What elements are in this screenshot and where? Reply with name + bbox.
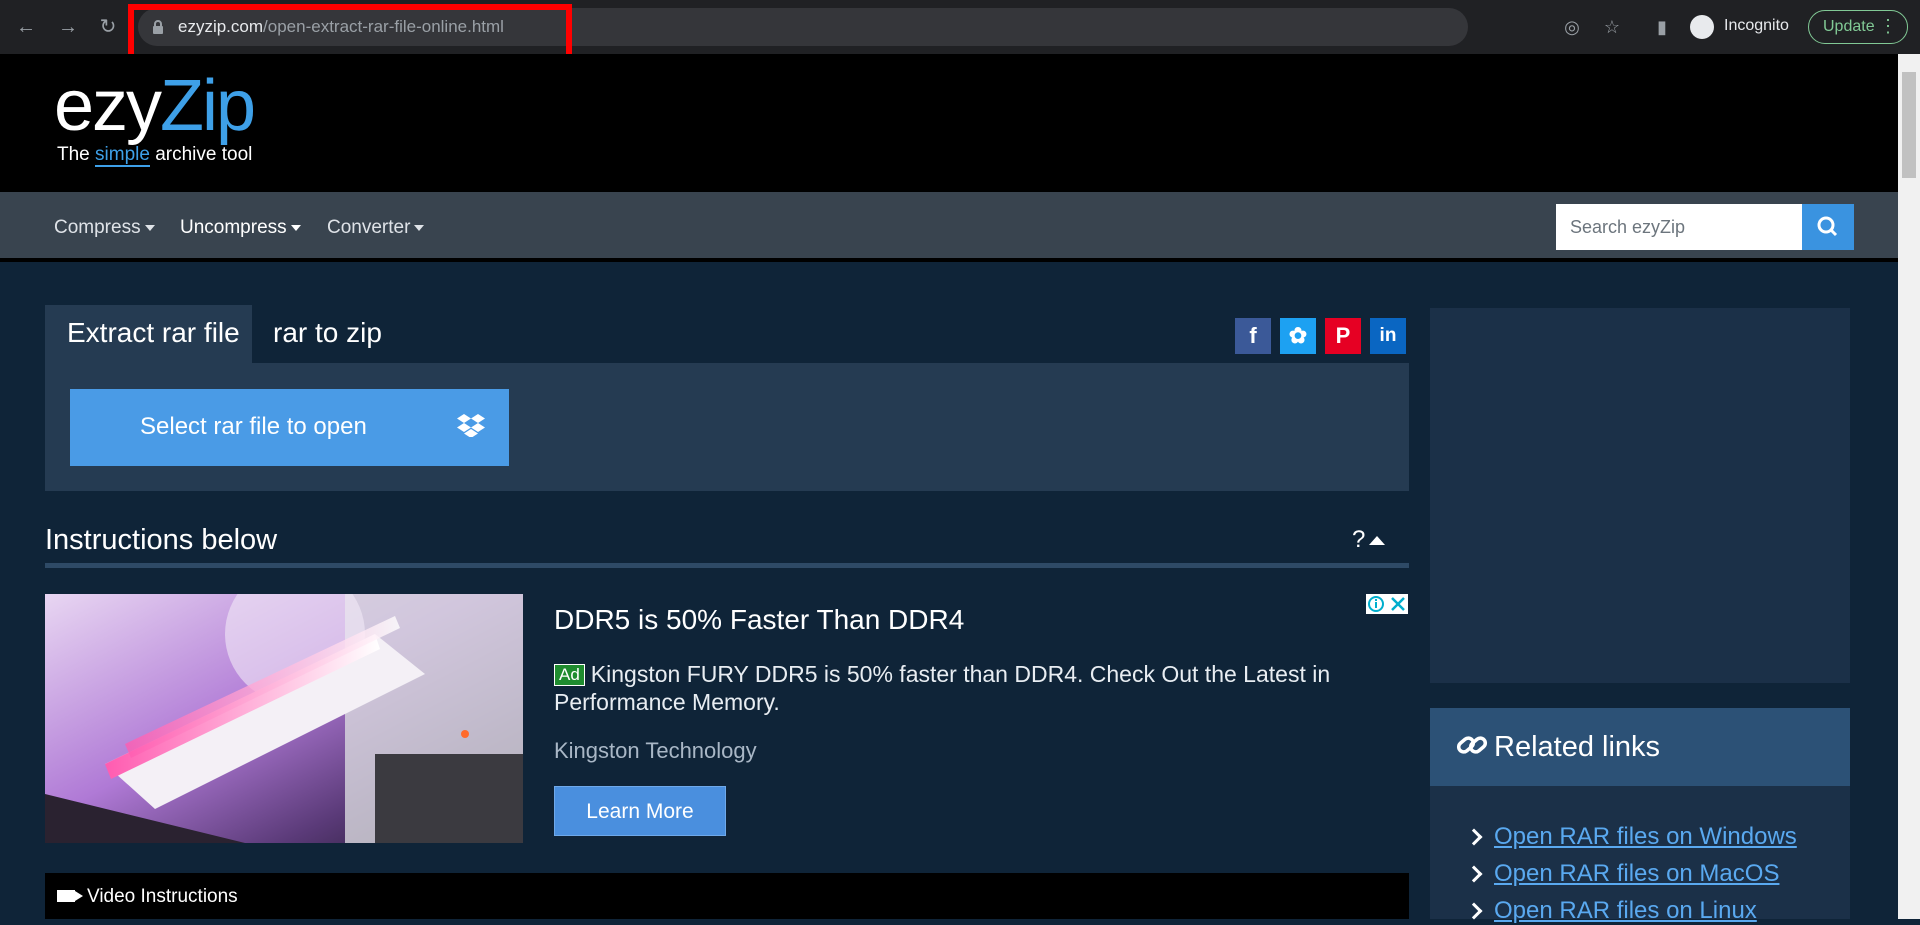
reload-icon[interactable]: ↻ — [94, 13, 122, 41]
tab-rar-to-zip[interactable]: rar to zip — [273, 317, 382, 349]
search-icon — [1817, 216, 1838, 237]
search-button[interactable] — [1802, 204, 1854, 250]
video-label: Video Instructions — [87, 886, 238, 907]
forward-icon[interactable]: → — [54, 13, 82, 41]
nav-converter[interactable]: Converter — [327, 217, 425, 239]
instructions-toggle[interactable]: ? — [1352, 526, 1386, 554]
scrollbar-thumb[interactable] — [1902, 72, 1916, 178]
related-link-macos[interactable]: Open RAR files on MacOS — [1494, 860, 1779, 888]
scrollbar-track[interactable] — [1898, 54, 1920, 919]
site-header — [0, 54, 1898, 192]
twitter-icon[interactable]: ✿ — [1280, 318, 1316, 354]
nav-compress-label: Compress — [54, 217, 141, 238]
facebook-icon[interactable]: f — [1235, 318, 1271, 354]
related-links-header: Related links — [1430, 708, 1850, 786]
ad-description: Kingston FURY DDR5 is 50% faster than DD… — [554, 661, 1331, 715]
site-logo[interactable]: ezyZip — [54, 66, 256, 146]
search-input[interactable] — [1556, 204, 1802, 250]
update-button[interactable]: Update ⋮ — [1808, 10, 1908, 44]
ad-brand: Kingston Technology — [554, 738, 757, 763]
back-icon[interactable]: ← — [12, 13, 40, 41]
incognito-indicator[interactable]: Incognito — [1686, 11, 1800, 43]
caret-down-icon — [290, 224, 301, 231]
related-links-title: Related links — [1494, 731, 1661, 763]
caret-down-icon — [414, 224, 425, 231]
nav-converter-label: Converter — [327, 217, 411, 238]
incognito-icon — [1690, 15, 1714, 39]
ad-badge: Ad — [554, 664, 585, 686]
nav-uncompress-label: Uncompress — [180, 217, 287, 238]
linkedin-icon[interactable]: in — [1370, 318, 1406, 354]
pinterest-icon[interactable]: P — [1325, 318, 1361, 354]
caret-up-icon — [1369, 536, 1386, 546]
more-icon: ⋮ — [1879, 16, 1897, 36]
star-icon[interactable]: ☆ — [1600, 15, 1624, 39]
side-panel-icon[interactable]: ▮ — [1650, 15, 1674, 39]
tagline-pre: The — [57, 144, 96, 165]
ad-text: Ad Kingston FURY DDR5 is 50% faster than … — [554, 660, 1384, 716]
related-link-linux[interactable]: Open RAR files on Linux — [1494, 897, 1757, 925]
site-search — [1556, 204, 1854, 250]
ad-image[interactable] — [45, 594, 523, 843]
incognito-label: Incognito — [1724, 17, 1789, 34]
video-camera-icon — [57, 890, 83, 902]
tagline-em: simple — [95, 144, 150, 167]
adchoices-icon[interactable] — [1366, 594, 1408, 614]
help-mark: ? — [1352, 526, 1366, 553]
sidebar-ad-slot — [1430, 308, 1850, 683]
dropbox-icon[interactable] — [457, 413, 485, 437]
logo-ezy: ezy — [54, 66, 162, 146]
divider — [45, 563, 1409, 568]
site-tagline: The simple archive tool — [57, 144, 253, 167]
video-instructions-bar[interactable]: Video Instructions — [45, 873, 1409, 919]
caret-down-icon — [144, 224, 155, 231]
eye-off-icon[interactable]: ◎ — [1560, 15, 1584, 39]
ad-title[interactable]: DDR5 is 50% Faster Than DDR4 — [554, 604, 964, 636]
link-icon — [1456, 736, 1488, 754]
select-file-label: Select rar file to open — [140, 413, 367, 440]
learn-more-button[interactable]: Learn More — [554, 786, 726, 836]
nav-compress[interactable]: Compress — [54, 217, 155, 239]
tab-extract-rar[interactable]: Extract rar file — [45, 305, 252, 363]
instructions-title: Instructions below — [45, 524, 278, 556]
select-file-button[interactable]: Select rar file to open — [70, 389, 509, 466]
update-label: Update — [1823, 18, 1875, 35]
logo-zip: Zip — [160, 66, 256, 146]
tagline-post: archive tool — [149, 144, 253, 165]
related-link-windows[interactable]: Open RAR files on Windows — [1494, 823, 1797, 851]
nav-uncompress[interactable]: Uncompress — [180, 217, 301, 239]
